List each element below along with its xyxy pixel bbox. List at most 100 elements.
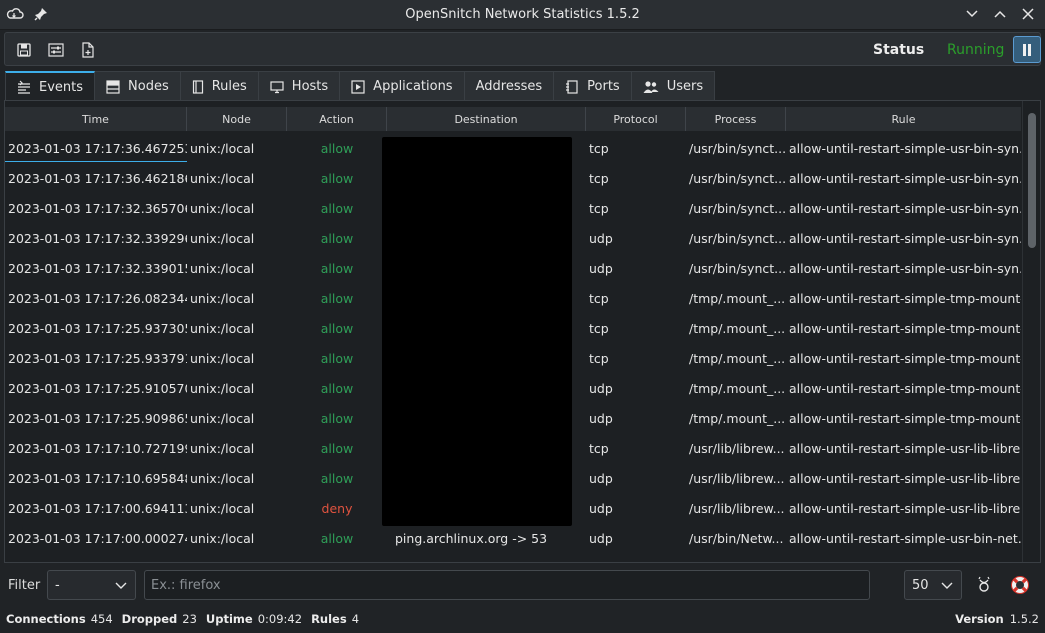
cell-action: allow <box>320 440 354 456</box>
cell-node: unix:/local <box>190 140 255 156</box>
cell-time: 2023-01-03 17:17:32.365706 <box>8 200 187 216</box>
tab-applications[interactable]: Applications <box>340 71 465 101</box>
limit-value: 50 <box>912 577 929 593</box>
pause-icon <box>1023 43 1031 56</box>
cell-rule: allow-until-restart-simple-tmp-mount-... <box>789 350 1021 366</box>
filter-action-value: - <box>55 577 60 593</box>
cell-rule: allow-until-restart-simple-tmp-mount-... <box>789 320 1021 336</box>
cell-node: unix:/local <box>190 470 255 486</box>
filter-label: Filter <box>8 578 41 593</box>
selected-row-indicator <box>5 161 187 162</box>
tab-addresses[interactable]: Addresses <box>464 71 555 101</box>
window-title: OpenSnitch Network Statistics 1.5.2 <box>405 7 640 22</box>
cell-process: /usr/bin/synct... <box>689 140 786 156</box>
cell-time: 2023-01-03 17:17:00.694113 <box>8 500 187 516</box>
tab-bar: Events Nodes Rules Hosts Applications Ad… <box>5 71 716 101</box>
status-bar: Connections 454 Dropped 23 Uptime 0:09:4… <box>0 608 1045 630</box>
table-row[interactable]: 2023-01-03 17:17:00.000274 unix:/local all… <box>5 523 1021 553</box>
tab-events-label: Events <box>39 79 84 95</box>
cell-action: allow <box>320 170 354 186</box>
cell-node: unix:/local <box>190 380 255 396</box>
cell-node: unix:/local <box>190 500 255 516</box>
cell-process: /usr/lib/librew... <box>689 440 785 456</box>
filter-action-select[interactable]: - <box>47 570 136 600</box>
tab-events[interactable]: Events <box>5 71 96 101</box>
cell-protocol: tcp <box>589 170 609 186</box>
column-header-time[interactable]: Time <box>5 107 187 131</box>
tab-hosts[interactable]: Hosts <box>258 71 341 101</box>
cell-protocol: tcp <box>589 290 609 306</box>
tab-rules[interactable]: Rules <box>180 71 259 101</box>
cell-process: /usr/lib/librew... <box>689 500 785 516</box>
cell-rule: allow-until-restart-simple-usr-lib-libre… <box>789 500 1021 516</box>
cell-rule: allow-until-restart-simple-usr-bin-syn..… <box>789 230 1021 246</box>
events-table[interactable]: Time Node Action Destination Protocol Pr… <box>4 100 1041 563</box>
column-header-protocol[interactable]: Protocol <box>586 107 686 131</box>
dropped-value: 23 <box>182 612 197 626</box>
save-icon[interactable] <box>13 40 35 60</box>
cell-node: unix:/local <box>190 290 255 306</box>
cell-node: unix:/local <box>190 200 255 216</box>
tab-hosts-label: Hosts <box>291 79 329 94</box>
cell-action: allow <box>320 380 354 396</box>
redacted-destination-block <box>382 137 572 526</box>
nodes-icon <box>106 79 120 94</box>
cell-rule: allow-until-restart-simple-tmp-mount-... <box>789 290 1021 306</box>
chevron-down-icon <box>115 582 127 589</box>
tab-users[interactable]: Users <box>631 71 716 101</box>
table-header: Time Node Action Destination Protocol Pr… <box>5 107 1021 131</box>
preferences-icon[interactable] <box>45 40 67 60</box>
uptime-label: Uptime <box>205 612 253 626</box>
vertical-scrollbar-thumb[interactable] <box>1028 113 1036 248</box>
new-rule-icon[interactable] <box>77 40 99 60</box>
version-value: 1.5.2 <box>1009 612 1039 626</box>
column-header-node[interactable]: Node <box>187 107 287 131</box>
chevron-down-icon <box>941 582 953 589</box>
column-header-action[interactable]: Action <box>287 107 387 131</box>
cell-action: allow <box>320 230 354 246</box>
tab-nodes-label: Nodes <box>128 79 169 94</box>
clean-icon[interactable] <box>972 573 996 597</box>
cell-protocol: udp <box>589 530 613 546</box>
limit-select[interactable]: 50 <box>904 570 962 600</box>
cell-node: unix:/local <box>190 410 255 426</box>
cell-protocol: udp <box>589 470 613 486</box>
cell-node: unix:/local <box>190 530 255 546</box>
cell-time: 2023-01-03 17:17:25.909865 <box>8 410 187 426</box>
help-lifebuoy-icon[interactable] <box>1008 573 1032 597</box>
cell-protocol: tcp <box>589 350 609 366</box>
version-label: Version <box>955 612 1004 626</box>
cell-action: allow <box>320 140 354 156</box>
tab-ports-label: Ports <box>587 79 620 94</box>
minimize-chevron-icon[interactable] <box>963 5 981 23</box>
vertical-scrollbar-track[interactable] <box>1022 101 1040 562</box>
cell-action: allow <box>320 350 354 366</box>
cell-destination: ping.archlinux.org -> 53 <box>395 530 548 546</box>
column-header-destination[interactable]: Destination <box>387 107 586 131</box>
tab-nodes[interactable]: Nodes <box>95 71 181 101</box>
cell-process: /tmp/.mount_... <box>689 380 786 396</box>
rules-value: 4 <box>351 612 360 626</box>
cell-process: /tmp/.mount_... <box>689 410 786 426</box>
cell-process: /usr/bin/Netw... <box>689 530 784 546</box>
cell-node: unix:/local <box>190 320 255 336</box>
cell-protocol: udp <box>589 230 613 246</box>
cell-time: 2023-01-03 17:17:10.727199 <box>8 440 187 456</box>
cell-time: 2023-01-03 17:17:32.339015 <box>8 260 187 276</box>
rules-icon <box>192 79 203 94</box>
column-header-rule[interactable]: Rule <box>786 107 1021 131</box>
filter-search-input[interactable] <box>144 570 870 600</box>
cell-process: /usr/bin/synct... <box>689 260 786 276</box>
cell-action: allow <box>320 260 354 276</box>
cell-rule: allow-until-restart-simple-usr-bin-syn..… <box>789 170 1021 186</box>
tab-ports[interactable]: Ports <box>554 71 632 101</box>
ports-icon <box>566 79 578 94</box>
pause-button[interactable] <box>1013 36 1041 63</box>
cell-protocol: tcp <box>589 320 609 336</box>
cell-node: unix:/local <box>190 350 255 366</box>
column-header-process[interactable]: Process <box>686 107 786 131</box>
cell-rule: allow-until-restart-simple-tmp-mount-... <box>789 380 1021 396</box>
maximize-chevron-icon[interactable] <box>991 5 1009 23</box>
close-icon[interactable] <box>1019 5 1037 23</box>
cell-time: 2023-01-03 17:17:25.937305 <box>8 320 187 336</box>
